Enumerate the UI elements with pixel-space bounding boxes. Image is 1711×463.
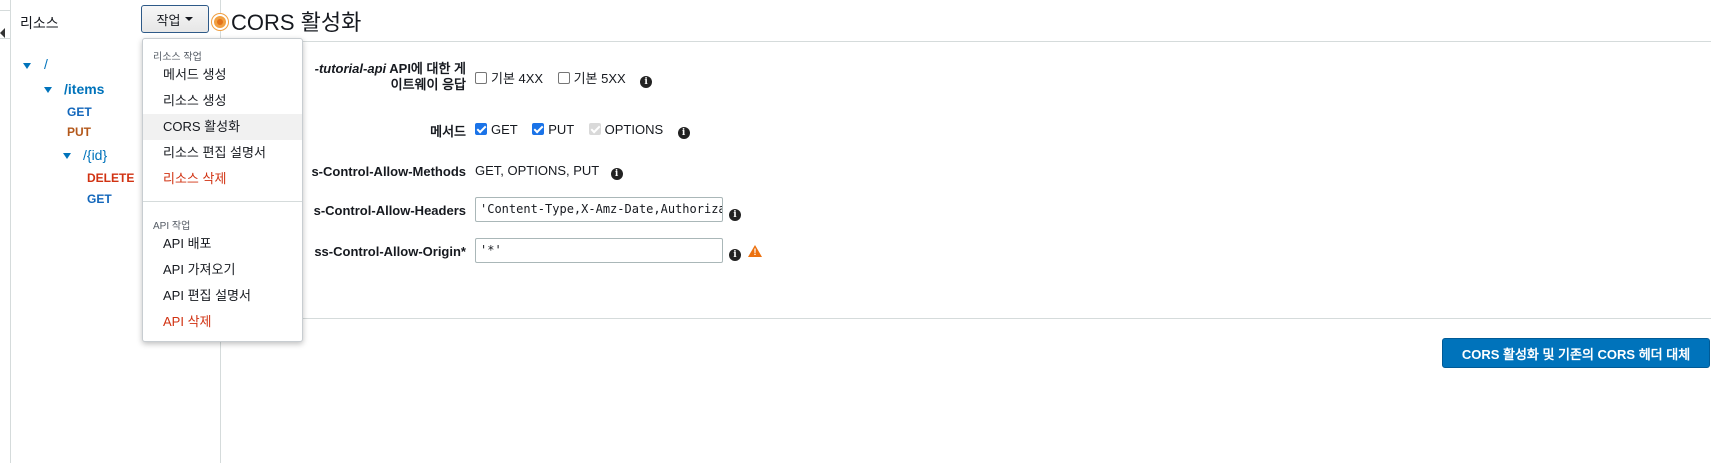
default-5xx-checkbox[interactable] bbox=[557, 72, 570, 84]
tree-method-delete[interactable]: DELETE bbox=[87, 171, 134, 185]
allow-origin-input[interactable]: '*' bbox=[475, 238, 723, 263]
options-checkbox bbox=[588, 123, 601, 135]
actions-button-label: 작업 bbox=[156, 12, 181, 28]
collapse-panel-icon[interactable] bbox=[0, 28, 5, 38]
enable-cors-replace-button[interactable]: CORS 활성화 및 기존의 CORS 헤더 대체 bbox=[1442, 338, 1710, 368]
actions-dropdown-menu: 리소스 작업 메서드 생성 리소스 생성 CORS 활성화 리소스 편집 설명서… bbox=[142, 38, 303, 342]
allow-methods-row: GET, OPTIONS, PUT i bbox=[475, 163, 623, 180]
menu-item-delete-resource[interactable]: 리소스 삭제 bbox=[143, 166, 302, 192]
allow-headers-input[interactable]: 'Content-Type,X-Amz-Date,Authorization, bbox=[475, 197, 723, 222]
tree-node-id[interactable]: /{id} bbox=[83, 147, 107, 163]
options-label: OPTIONS bbox=[604, 122, 664, 137]
info-icon[interactable]: i bbox=[729, 249, 741, 261]
menu-item-edit-resource-docs[interactable]: 리소스 편집 설명서 bbox=[143, 140, 302, 166]
allow-origin-icons: i ! bbox=[729, 243, 763, 261]
form-divider bbox=[221, 318, 1711, 319]
drag-handle-dot[interactable] bbox=[214, 16, 226, 28]
expand-id-icon[interactable] bbox=[63, 153, 71, 159]
allow-headers-info: i bbox=[729, 203, 741, 221]
actions-dropdown-button[interactable]: 작업 bbox=[141, 5, 209, 33]
default-4xx-label: 기본 4XX bbox=[491, 71, 544, 86]
get-label: GET bbox=[491, 122, 518, 137]
menu-item-create-resource[interactable]: 리소스 생성 bbox=[143, 88, 302, 114]
gateway-responses-options: 기본 4XX 기본 5XX i bbox=[475, 68, 653, 88]
gateway-label-line2: 이트웨이 응답 bbox=[390, 77, 466, 92]
menu-item-create-method[interactable]: 메서드 생성 bbox=[143, 62, 302, 88]
put-checkbox[interactable] bbox=[532, 123, 545, 135]
page-title: CORS 활성화 bbox=[231, 10, 362, 35]
expand-items-icon[interactable] bbox=[44, 87, 52, 93]
warning-icon: ! bbox=[748, 245, 763, 257]
api-name: -tutorial-api bbox=[314, 61, 387, 76]
tree-node-items[interactable]: /items bbox=[64, 81, 104, 97]
info-icon[interactable]: i bbox=[610, 168, 623, 180]
menu-item-import-api[interactable]: API 가져오기 bbox=[143, 257, 302, 283]
put-label: PUT bbox=[548, 122, 575, 137]
resources-title: 리소스 bbox=[20, 15, 59, 31]
get-checkbox[interactable] bbox=[475, 123, 487, 135]
expand-root-icon[interactable] bbox=[23, 63, 31, 69]
left-edge-divider bbox=[0, 10, 10, 11]
gateway-label-rest: API에 대한 게 bbox=[386, 61, 466, 76]
allow-methods-value: GET, OPTIONS, PUT bbox=[475, 163, 600, 178]
menu-item-delete-api[interactable]: API 삭제 bbox=[143, 309, 302, 335]
tree-method-get-id[interactable]: GET bbox=[87, 192, 112, 206]
info-icon[interactable]: i bbox=[729, 209, 741, 221]
menu-item-edit-api-docs[interactable]: API 편집 설명서 bbox=[143, 283, 302, 309]
default-5xx-label: 기본 5XX bbox=[573, 71, 626, 86]
left-edge-divider-2 bbox=[0, 38, 10, 39]
menu-section-api: API 작업 bbox=[153, 221, 191, 232]
menu-item-deploy-api[interactable]: API 배포 bbox=[143, 231, 302, 257]
menu-item-enable-cors[interactable]: CORS 활성화 bbox=[143, 114, 302, 140]
info-icon[interactable]: i bbox=[640, 76, 653, 88]
tree-node-root[interactable]: / bbox=[44, 56, 48, 72]
chevron-down-icon bbox=[185, 17, 194, 21]
left-border bbox=[10, 0, 11, 463]
menu-section-resource: 리소스 작업 bbox=[153, 52, 202, 63]
title-divider bbox=[221, 41, 1711, 42]
methods-options: GET PUT OPTIONS i bbox=[475, 121, 690, 139]
menu-separator bbox=[143, 201, 302, 202]
tree-method-put[interactable]: PUT bbox=[67, 125, 91, 139]
default-4xx-checkbox[interactable] bbox=[475, 72, 487, 84]
info-icon[interactable]: i bbox=[677, 127, 690, 139]
tree-method-get[interactable]: GET bbox=[67, 105, 92, 119]
